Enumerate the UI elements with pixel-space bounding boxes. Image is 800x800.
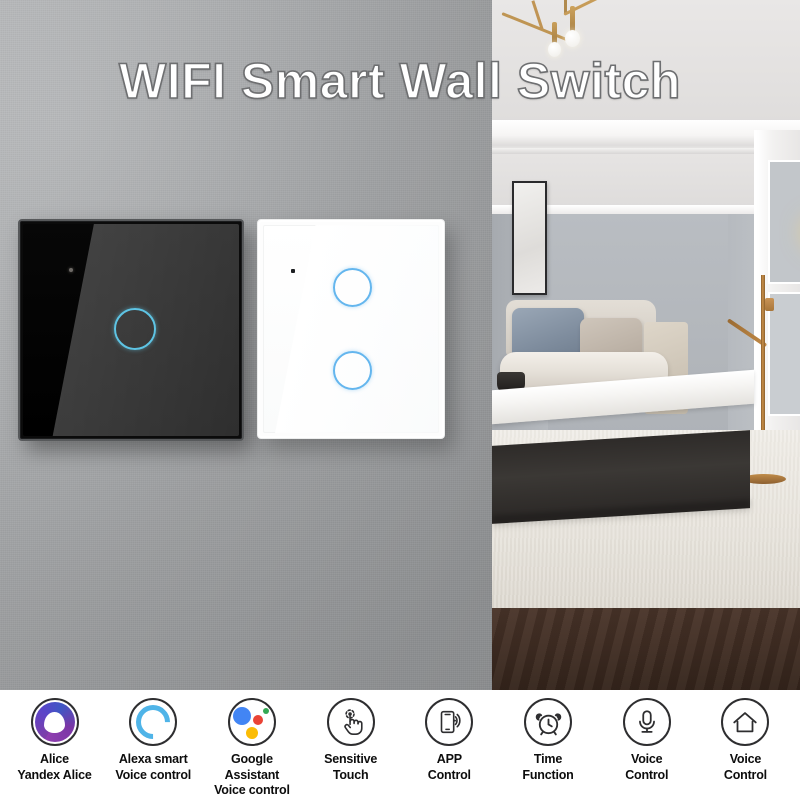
voice-control-mic-icon bbox=[622, 698, 671, 746]
white-switch-face bbox=[263, 225, 439, 433]
alexa-ring-shape bbox=[129, 697, 178, 747]
feature-voice-mic-line1: Voice bbox=[630, 752, 663, 766]
google-assistant-dots bbox=[232, 704, 272, 740]
feature-google-assistant-label: Google Assistant Voice control bbox=[203, 752, 300, 799]
feature-strip: Alice Yandex Alice Alexa smart Voice con… bbox=[0, 690, 800, 800]
feature-app-control[interactable]: APP Control bbox=[401, 698, 498, 783]
white-switch-glass-reflection bbox=[267, 225, 439, 433]
black-switch-led-indicator bbox=[69, 268, 73, 272]
feature-touch-line2: Touch bbox=[332, 767, 369, 782]
page-title: WIFI Smart Wall Switch bbox=[118, 52, 681, 110]
white-switch-touch-button-2[interactable] bbox=[333, 351, 372, 390]
feature-app-line1: APP bbox=[436, 752, 462, 766]
feature-alice-label: Alice Yandex Alice bbox=[17, 752, 91, 783]
ga-dot-red bbox=[252, 715, 263, 725]
white-switch-led-indicator bbox=[291, 269, 295, 273]
feature-alice-line2: Yandex Alice bbox=[17, 767, 92, 782]
feature-google-assistant[interactable]: Google Assistant Voice control bbox=[203, 698, 300, 799]
product-marketing-image: WIFI Smart Wall Switch Alice Yandex Alic… bbox=[0, 0, 800, 800]
alice-ring-shape bbox=[34, 702, 75, 742]
feature-sensitive-touch[interactable]: Sensitive Touch bbox=[302, 698, 399, 783]
feature-sensitive-touch-label: Sensitive Touch bbox=[324, 752, 377, 783]
hero-banner: WIFI Smart Wall Switch bbox=[0, 0, 800, 690]
chandelier-stem-two bbox=[552, 22, 557, 44]
feature-google-line2: Voice control bbox=[214, 783, 290, 797]
black-glass-touch-switch[interactable] bbox=[18, 219, 244, 441]
feature-time-line2: Function bbox=[522, 767, 574, 782]
feature-alexa[interactable]: Alexa smart Voice control bbox=[105, 697, 202, 783]
feature-alexa-label: Alexa smart Voice control bbox=[115, 752, 191, 783]
time-function-icon bbox=[524, 698, 573, 746]
feature-google-line1: Google Assistant bbox=[224, 752, 280, 782]
feature-voice-mic-label: Voice Control bbox=[625, 752, 668, 783]
app-control-icon bbox=[425, 698, 474, 746]
feature-voice-home-line2: Control bbox=[723, 767, 767, 782]
feature-alice-line1: Alice bbox=[40, 752, 69, 766]
framed-wall-art bbox=[512, 181, 547, 295]
alice-droplet-shape bbox=[44, 711, 65, 733]
sensitive-touch-icon bbox=[326, 698, 375, 746]
feature-alexa-line2: Voice control bbox=[115, 767, 192, 782]
feature-voice-mic-line2: Control bbox=[625, 767, 669, 782]
feature-voice-home-line1: Voice bbox=[729, 752, 762, 766]
google-assistant-icon bbox=[227, 698, 276, 746]
door-panel-upper bbox=[768, 160, 800, 284]
alexa-icon bbox=[129, 697, 178, 747]
chandelier-stem-one bbox=[570, 6, 575, 32]
feature-alexa-line1: Alexa smart bbox=[118, 752, 188, 766]
feature-app-line2: Control bbox=[427, 767, 471, 782]
wood-floor bbox=[492, 608, 800, 690]
ga-dot-yellow bbox=[245, 727, 258, 739]
black-switch-touch-button-1[interactable] bbox=[114, 308, 156, 350]
feature-voice-control-home[interactable]: Voice Control bbox=[697, 698, 794, 783]
white-glass-touch-switch[interactable] bbox=[257, 219, 445, 439]
feature-time-function[interactable]: Time Function bbox=[500, 698, 597, 783]
white-switch-touch-button-1[interactable] bbox=[333, 268, 372, 307]
ga-dot-blue bbox=[232, 707, 251, 725]
feature-app-control-label: APP Control bbox=[428, 752, 471, 783]
voice-control-home-icon bbox=[721, 698, 770, 746]
floor-lamp-joint bbox=[765, 298, 774, 311]
alice-yandex-icon bbox=[30, 698, 79, 746]
feature-voice-home-label: Voice Control bbox=[724, 752, 767, 783]
feature-voice-control-mic[interactable]: Voice Control bbox=[598, 698, 695, 783]
feature-touch-line1: Sensitive bbox=[324, 752, 378, 766]
ga-dot-green bbox=[262, 708, 269, 714]
feature-alice[interactable]: Alice Yandex Alice bbox=[6, 698, 103, 783]
feature-time-line1: Time bbox=[533, 752, 563, 766]
chandelier-bulb-one bbox=[565, 30, 580, 47]
feature-time-function-label: Time Function bbox=[522, 752, 573, 783]
